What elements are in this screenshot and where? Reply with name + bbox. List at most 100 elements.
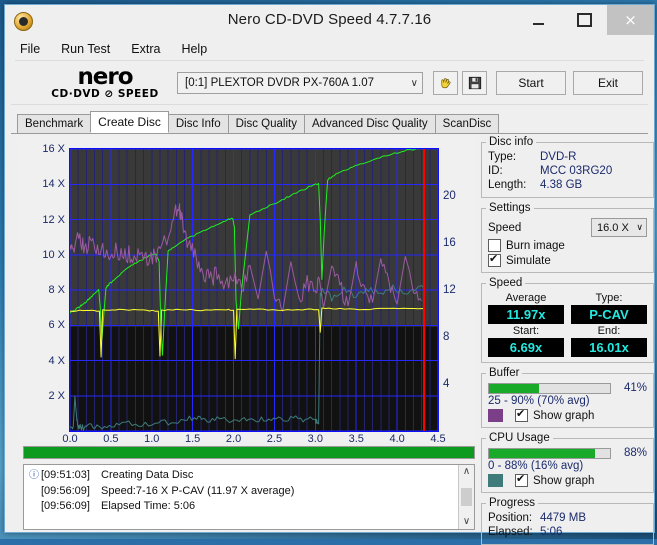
chart-y-tick-right: 12 [443,284,456,296]
save-button[interactable] [462,71,487,95]
disc-type-row: Type: DVD-R [488,150,647,164]
menu-item-help[interactable]: Help [179,41,209,57]
speed-start-label: Start: [512,325,540,337]
progress-elapsed-label: Elapsed: [488,526,533,538]
minimize-button[interactable] [515,5,561,35]
log-text: Elapsed Time: 5:06 [101,500,196,512]
chart-y-tick-right: 8 [443,331,450,343]
start-button[interactable]: Start [496,71,566,95]
chart-x-tick: 2.5 [266,433,283,445]
scrollbar-thumb[interactable] [461,488,472,506]
exit-button[interactable]: Exit [573,71,643,95]
info-icon: ⓘ [29,470,39,481]
menu-item-run-test[interactable]: Run Test [59,41,112,57]
buffer-range: 25 - 90% (70% avg) [488,395,590,407]
cpu-show-graph-checkbox[interactable] [515,472,528,487]
cpu-show-graph-row[interactable]: Show graph [488,472,647,487]
close-button[interactable]: × [607,5,654,35]
drive-select[interactable]: [0:1] PLEXTOR DVDR PX-760A 1.07 ∨ [177,72,423,94]
scroll-down-icon[interactable]: ∨ [463,515,470,529]
chart-x-tick: 2.0 [225,433,242,445]
cpu-bar-row: 88% [488,447,647,459]
side-panel: Disc info Type: DVD-R ID: MCC 03RG20 Len… [481,134,654,545]
speed-start-end-row: Start: 6.69x End: 16.01x [488,325,647,357]
chart-x-tick: 1.0 [144,433,160,445]
simulate-label: Simulate [506,254,551,267]
speed-avg-type-row: Average 11.97x Type: P-CAV [488,292,647,324]
eject-hand-button[interactable] [433,71,458,95]
speed-type-value: P-CAV [571,305,647,324]
chart-y-tick-left: 6 X [48,319,65,332]
buffer-bar-fill [489,383,539,393]
disc-type-value: DVD-R [540,151,577,163]
floppy-disk-icon [468,76,481,90]
nero-cd-dvd-speed-window: Nero CD-DVD Speed 4.7.7.16 × File Run Te… [4,4,655,545]
speed-end-col: End: 16.01x [571,325,647,357]
buffer-show-graph-row[interactable]: Show graph [488,407,647,422]
scroll-up-icon[interactable]: ∧ [463,465,470,479]
chart-x-tick: 3.5 [348,433,364,445]
disc-length-label: Length: [488,179,527,191]
buffer-color-swatch [488,409,503,422]
chart-y-tick-left: 4 X [48,354,65,367]
speed-average-value: 11.97x [488,305,564,324]
disc-info-group: Disc info Type: DVD-R ID: MCC 03RG20 Len… [481,136,654,198]
tab-disc-info[interactable]: Disc Info [167,114,229,133]
burn-image-checkbox[interactable] [488,239,501,252]
chart-y-tick-left: 10 X [42,248,65,261]
chart-plot-area [69,147,439,432]
log-row: [09:56:09] Speed:7-16 X P-CAV (11.97 X a… [27,484,458,500]
progress-elapsed-value: 5:06 [540,526,563,538]
speed-average-col: Average 11.97x [488,292,564,324]
chart-y-tick-left: 12 X [42,213,65,226]
tab-create-disc[interactable]: Create Disc [90,111,169,133]
log-scrollbar[interactable]: ∧ ∨ [458,465,474,529]
chart-y-axis-left: 2 X 4 X 6 X 8 X 10 X 12 X 14 X 16 X [17,143,65,432]
settings-group: Settings Speed 16.0 X ∨ Burn image ✔ Sim… [481,202,654,273]
buffer-show-graph-checkbox[interactable] [515,407,528,422]
progress-position-row: Position: 4479 MB [488,511,647,525]
hand-icon [441,77,451,88]
disc-id-row: ID: MCC 03RG20 [488,164,647,178]
buffer-show-graph-label: Show graph [533,409,595,422]
disc-id-value: MCC 03RG20 [540,165,613,177]
nero-logo: nero CD·DVD ⊘ SPEED [35,62,175,104]
speed-select-value: 16.0 X [597,221,629,234]
cpu-bar-fill [489,448,596,458]
log-row: ⓘ [09:51:03] Creating Data Disc [27,468,458,484]
tab-disc-quality-label: Disc Quality [235,118,297,130]
chart-x-tick: 4.5 [430,433,446,445]
exit-button-label: Exit [597,76,618,90]
tab-disc-quality[interactable]: Disc Quality [227,114,305,133]
chart-x-tick: 1.5 [185,433,201,445]
log-box[interactable]: ⓘ [09:51:03] Creating Data Disc [09:56:0… [23,464,475,530]
chart-y-tick-right: 4 [443,378,450,390]
menu-item-file[interactable]: File [18,41,42,57]
tab-advanced-disc-quality-label: Advanced Disc Quality [311,118,428,130]
tab-advanced-disc-quality[interactable]: Advanced Disc Quality [303,114,436,133]
speed-select[interactable]: 16.0 X ∨ [591,218,647,237]
tab-benchmark[interactable]: Benchmark [17,114,92,133]
write-progress-fill [24,447,474,458]
start-button-label: Start [518,76,544,90]
speed-type-col: Type: P-CAV [571,292,647,324]
menu-item-extra[interactable]: Extra [129,41,162,57]
progress-group: Progress Position: 4479 MB Elapsed: 5:06 [481,497,654,545]
chart-x-tick: 0.0 [62,433,78,445]
speed-group: Speed Average 11.97x Type: P-CAV Start: … [481,277,654,363]
log-time: [09:56:09] [41,500,90,512]
tab-scandisc[interactable]: ScanDisc [434,114,500,133]
toolbar-divider [11,104,648,105]
maximize-button[interactable] [561,5,607,35]
log-time: [09:51:03] [41,469,90,481]
speed-type-label: Type: [595,292,623,304]
drive-select-value: [0:1] PLEXTOR DVDR PX-760A 1.07 [185,77,374,89]
disc-length-row: Length: 4.38 GB [488,178,647,192]
simulate-checkbox-row[interactable]: Simulate [488,252,647,267]
simulate-checkbox[interactable] [488,252,501,267]
cpu-usage-legend: CPU Usage [489,432,550,444]
burn-image-checkbox-row[interactable]: Burn image [488,239,647,252]
log-time: [09:56:09] [41,484,90,497]
progress-position-label: Position: [488,512,533,524]
close-icon: × [624,10,637,29]
